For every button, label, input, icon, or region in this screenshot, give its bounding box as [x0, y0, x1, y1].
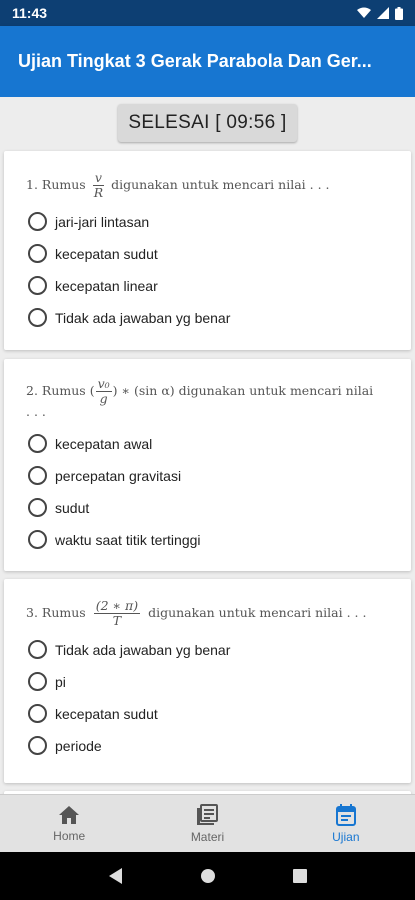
option-label: sudut — [55, 499, 90, 516]
answer-option[interactable]: kecepatan sudut — [4, 698, 411, 730]
question-number: 2. — [26, 383, 38, 399]
answer-option[interactable]: percepatan gravitasi — [4, 460, 411, 492]
radio-button[interactable] — [28, 704, 47, 723]
radio-button[interactable] — [28, 308, 47, 327]
formula-numerator: (2 ∗ π) — [93, 598, 141, 614]
question-word: Rumus — [41, 383, 86, 399]
option-label: pi — [55, 673, 66, 690]
question-word: Rumus — [41, 177, 86, 193]
radio-button[interactable] — [28, 736, 47, 755]
finish-wrap: SELESAI [ 09:56 ] — [0, 97, 415, 149]
formula-fraction: v₀ g — [95, 376, 112, 406]
question-word: Rumus — [41, 605, 86, 621]
option-label: Tidak ada jawaban yg benar — [55, 309, 231, 326]
formula-denominator: g — [99, 390, 108, 406]
recents-icon[interactable] — [292, 869, 307, 883]
answer-option[interactable]: Tidak ada jawaban yg benar — [4, 302, 411, 334]
question-suffix: digunakan untuk mencari nilai — [178, 383, 374, 399]
answer-option[interactable]: kecepatan awal — [4, 428, 411, 460]
answer-option[interactable]: jari-jari lintasan — [4, 206, 411, 238]
radio-button[interactable] — [28, 276, 47, 295]
question-text-2: 2. Rumus ( v₀ g ) ∗ (sin α) digunakan un… — [4, 359, 411, 428]
option-label: percepatan gravitasi — [55, 467, 182, 484]
answer-option[interactable]: kecepatan sudut — [4, 238, 411, 270]
answer-option[interactable]: sudut — [4, 492, 411, 524]
radio-button[interactable] — [28, 466, 47, 485]
back-icon[interactable] — [108, 868, 123, 884]
radio-button[interactable] — [28, 244, 47, 263]
answer-option[interactable]: periode — [4, 730, 411, 762]
nav-label-home: Home — [53, 828, 86, 843]
finish-button[interactable]: SELESAI [ 09:56 ] — [118, 104, 297, 142]
signal-icon — [377, 7, 389, 19]
option-label: waktu saat titik tertinggi — [55, 531, 201, 548]
app-bar: Ujian Tingkat 3 Gerak Parabola Dan Ger..… — [0, 26, 415, 97]
question-card-3: 3. Rumus (2 ∗ π) T digunakan untuk menca… — [4, 579, 411, 783]
status-time: 11:43 — [12, 5, 48, 21]
option-label: Tidak ada jawaban yg benar — [55, 641, 231, 658]
radio-button[interactable] — [28, 640, 47, 659]
home-icon — [59, 805, 80, 824]
option-label: kecepatan sudut — [55, 705, 158, 722]
question-text-1: 1. Rumus v R digunakan untuk mencari nil… — [4, 151, 411, 206]
radio-button[interactable] — [28, 498, 47, 517]
page-title: Ujian Tingkat 3 Gerak Parabola Dan Ger..… — [18, 51, 372, 71]
nav-item-ujian[interactable]: Ujian — [277, 795, 415, 852]
option-label: periode — [55, 737, 102, 754]
formula-extra: ∗ (sin α) — [121, 383, 175, 399]
answer-option[interactable]: kecepatan linear — [4, 270, 411, 302]
question-number: 3. — [26, 605, 38, 621]
question-suffix: digunakan untuk mencari nilai . . . — [111, 177, 330, 193]
ujian-icon — [335, 803, 356, 826]
wifi-icon — [357, 7, 371, 18]
system-nav-bar — [0, 852, 415, 900]
radio-button[interactable] — [28, 434, 47, 453]
formula-fraction: (2 ∗ π) T — [93, 598, 141, 628]
question-suffix: digunakan untuk mencari nilai . . . — [148, 605, 367, 621]
nav-item-materi[interactable]: Materi — [138, 795, 276, 852]
radio-button[interactable] — [28, 672, 47, 691]
radio-button[interactable] — [28, 212, 47, 231]
question-card-2: 2. Rumus ( v₀ g ) ∗ (sin α) digunakan un… — [4, 359, 411, 571]
timer: 09:56 — [226, 112, 276, 133]
nav-label-ujian: Ujian — [332, 829, 360, 844]
formula-numerator: v — [92, 170, 104, 186]
formula-denominator: R — [93, 184, 104, 200]
answer-option[interactable]: Tidak ada jawaban yg benar — [4, 634, 411, 666]
answer-option[interactable]: waktu saat titik tertinggi — [4, 524, 411, 556]
bottom-nav: Home Materi Ujian — [0, 794, 415, 852]
finish-label: SELESAI — [128, 112, 210, 133]
status-bar: 11:43 — [0, 0, 415, 26]
materi-icon — [197, 803, 219, 825]
formula-numerator: v₀ — [95, 376, 112, 392]
home-circle-icon[interactable] — [200, 868, 216, 884]
option-label: kecepatan awal — [55, 435, 153, 452]
option-label: kecepatan linear — [55, 277, 158, 294]
option-label: kecepatan sudut — [55, 245, 158, 262]
nav-label-materi: Materi — [190, 829, 225, 844]
battery-icon — [395, 6, 403, 20]
nav-item-home[interactable]: Home — [0, 795, 138, 852]
question-card-1: 1. Rumus v R digunakan untuk mencari nil… — [4, 151, 411, 350]
option-label: jari-jari lintasan — [55, 213, 150, 230]
radio-button[interactable] — [28, 530, 47, 549]
question-text-3: 3. Rumus (2 ∗ π) T digunakan untuk menca… — [4, 579, 411, 634]
question-suffix-line2: . . . — [26, 403, 46, 419]
answer-option[interactable]: pi — [4, 666, 411, 698]
status-icons — [357, 6, 403, 20]
formula-fraction: v R — [92, 171, 105, 200]
question-number: 1. — [26, 177, 38, 193]
formula-denominator: T — [112, 612, 122, 628]
exam-content[interactable]: SELESAI [ 09:56 ] 1. Rumus v R digunakan… — [0, 97, 415, 794]
